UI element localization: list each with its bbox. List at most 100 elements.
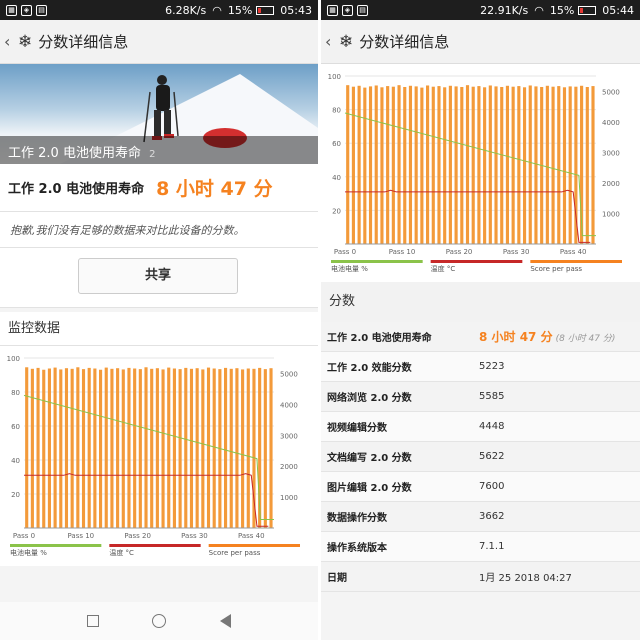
bar — [246, 368, 250, 528]
left-screen: ▦ ◈ ▤ 6.28K/s ◠ 15% 05:43 ‹ ❄ 分数详细信息 工作 … — [0, 0, 318, 640]
x-tick-label: Pass 40 — [238, 532, 265, 540]
bar — [391, 86, 395, 244]
bar — [465, 85, 470, 244]
bar — [426, 85, 430, 245]
bar — [93, 368, 97, 528]
y2-tick-label: 1000 — [280, 494, 298, 502]
x-tick-label: Pass 10 — [68, 532, 95, 540]
score-label: 图片编辑 2.0 分数 — [327, 483, 412, 494]
bar — [144, 367, 148, 528]
y2-tick-label: 2000 — [280, 463, 298, 471]
home-icon[interactable] — [152, 614, 167, 628]
monitor-section-title: 监控数据 — [0, 312, 318, 346]
bar — [99, 369, 103, 528]
bar — [591, 86, 595, 244]
bar — [150, 368, 154, 528]
monitor-chart-svg: 20 40 60 80 100 1000 2000 3000 4000 5000 Pass 0 Pas… — [7, 355, 300, 557]
bar — [568, 86, 572, 244]
bar — [184, 367, 188, 528]
shield-icon: ◈ — [342, 4, 353, 16]
score-label: 网络浏览 2.0 分数 — [327, 393, 412, 404]
snowflake-icon: ❄ — [339, 31, 354, 52]
score-label: 数据操作分数 — [327, 513, 387, 524]
score-row: 视频编辑分数 4448 — [321, 412, 640, 442]
bar — [380, 87, 384, 244]
monitor-chart: 20 40 60 80 100 1000 2000 3000 4000 5000 Pass 0 Pas… — [0, 346, 318, 566]
sim-icon: ▤ — [36, 4, 47, 16]
bar — [460, 86, 464, 244]
legend-label: 温度 °C — [431, 264, 456, 273]
bar — [81, 369, 86, 528]
y-tick-label: 40 — [332, 174, 341, 182]
bar — [133, 368, 137, 528]
bar — [420, 87, 424, 244]
score-label: 文档编写 2.0 分数 — [327, 453, 412, 464]
bar — [368, 86, 373, 244]
bar — [403, 86, 407, 244]
legend-label: Score per pass — [209, 549, 261, 557]
score-value: 1月 25 2018 04:27 — [479, 573, 572, 584]
back-icon[interactable]: ‹ — [325, 32, 339, 51]
page-title: 分数详细信息 — [38, 33, 129, 51]
scores-section-title: 分数 — [321, 282, 640, 322]
y-tick-label: 60 — [332, 140, 341, 148]
bar — [167, 367, 171, 528]
hero-image: 工作 2.0 电池使用寿命 2 — [0, 64, 318, 164]
bar — [201, 369, 205, 528]
bar — [42, 369, 46, 528]
hero-caption-tail: 2 — [149, 149, 156, 160]
bar — [47, 368, 51, 528]
bar — [488, 85, 492, 245]
score-value: 4448 — [479, 421, 505, 432]
legend-label: Score per pass — [530, 265, 582, 273]
bar — [534, 86, 538, 244]
bar — [161, 369, 165, 528]
bar — [454, 86, 458, 244]
score-value-text: 8 小时 47 分 — [479, 330, 553, 344]
bar — [483, 87, 487, 244]
bar — [511, 86, 515, 244]
hero-caption: 工作 2.0 电池使用寿命 2 — [0, 136, 318, 164]
score-row: 网络浏览 2.0 分数 5585 — [321, 382, 640, 412]
bar — [386, 86, 390, 244]
y-tick-label: 80 — [332, 107, 341, 115]
score-value: 3662 — [479, 511, 505, 522]
score-label: 操作系统版本 — [327, 543, 387, 554]
score-label: 日期 — [327, 573, 347, 584]
y-tick-label: 20 — [11, 491, 20, 499]
share-section: 共享 — [0, 248, 318, 308]
score-value: 5622 — [479, 451, 505, 462]
clock: 05:44 — [602, 3, 634, 17]
score-value: 7.1.1 — [479, 541, 505, 552]
bar — [437, 86, 441, 244]
bar — [224, 367, 228, 528]
battery-icon — [578, 5, 597, 15]
back-nav-icon[interactable] — [220, 614, 232, 628]
bar — [155, 368, 159, 528]
bar — [53, 367, 57, 528]
bar — [241, 369, 245, 528]
comparison-note: 抱歉,我们没有足够的数据来对比此设备的分数。 — [0, 212, 318, 248]
y2-tick-label: 5000 — [602, 88, 620, 96]
back-icon[interactable]: ‹ — [4, 32, 18, 51]
monitor-chart-svg: 20 40 60 80 100 1000 2000 3000 4000 5000 Pass 0 Pas… — [328, 73, 622, 273]
status-bar: ▦ ◈ ▤ 22.91K/s ◠ 15% 05:44 — [321, 0, 640, 20]
share-button[interactable]: 共享 — [78, 258, 238, 294]
notification-icon: ▦ — [327, 4, 338, 16]
right-screen: ▦ ◈ ▤ 22.91K/s ◠ 15% 05:44 ‹ ❄ 分数详细信息 20… — [321, 0, 640, 640]
monitor-chart: 20 40 60 80 100 1000 2000 3000 4000 5000 Pass 0 Pas… — [321, 64, 640, 282]
hero-caption-text: 工作 2.0 电池使用寿命 — [8, 146, 141, 161]
bar — [545, 85, 549, 245]
x-tick-label: Pass 0 — [334, 248, 356, 256]
notification-icon: ▦ — [6, 4, 17, 16]
battery-life-value: 8 小时 47 分 — [156, 178, 273, 200]
legend-swatch — [430, 260, 523, 263]
bar — [557, 86, 561, 244]
score-row: 日期 1月 25 2018 04:27 — [321, 562, 640, 592]
bar — [70, 368, 74, 528]
bar — [477, 86, 481, 244]
bar — [562, 87, 567, 244]
legend-label: 电池电量 % — [10, 548, 47, 557]
recents-icon[interactable] — [86, 615, 99, 627]
bar — [36, 367, 40, 528]
